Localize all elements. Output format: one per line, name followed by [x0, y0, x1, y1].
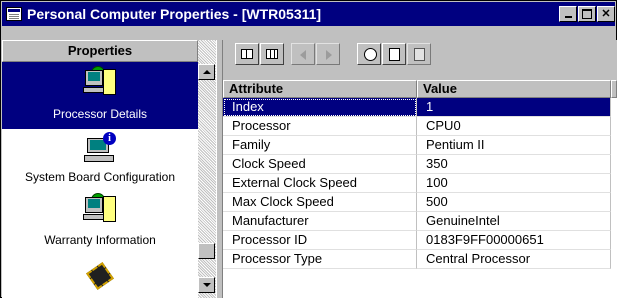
- history-button[interactable]: [357, 43, 381, 65]
- pane-splitter[interactable]: [216, 40, 223, 298]
- nav-item-processor-details[interactable]: Processor Details: [2, 62, 198, 129]
- memory-chip-icon: [81, 260, 119, 294]
- properties-panel: Properties Processor Details i System Bo…: [2, 40, 198, 298]
- history-clock-icon: [364, 48, 377, 61]
- warranty-computer-icon: [81, 193, 119, 227]
- properties-button[interactable]: [407, 43, 431, 65]
- nav-item-warranty[interactable]: Warranty Information: [2, 189, 198, 257]
- close-button[interactable]: ✕: [597, 6, 615, 22]
- scroll-up-button[interactable]: [198, 64, 215, 80]
- properties-scrollbar[interactable]: [198, 40, 216, 298]
- attribute-cell: Clock Speed: [223, 155, 417, 174]
- nav-item-memory[interactable]: [2, 257, 198, 298]
- value-cell: Central Processor: [417, 250, 611, 269]
- value-cell: 350: [417, 155, 611, 174]
- attribute-cell: Max Clock Speed: [223, 193, 417, 212]
- properties-window-icon[interactable]: [6, 7, 22, 21]
- scroll-down-button[interactable]: [198, 277, 215, 293]
- table-row[interactable]: Clock Speed 350: [223, 155, 617, 174]
- value-cell: 500: [417, 193, 611, 212]
- processor-computer-icon: [81, 66, 119, 100]
- table-row[interactable]: Max Clock Speed 500: [223, 193, 617, 212]
- window-controls: ✕: [559, 6, 615, 22]
- main-window: Personal Computer Properties - [WTR05311…: [0, 0, 617, 298]
- table-row[interactable]: Processor CPU0: [223, 117, 617, 136]
- value-cell: 1: [417, 98, 611, 117]
- title-bar[interactable]: Personal Computer Properties - [WTR05311…: [2, 2, 615, 26]
- grid-view-button[interactable]: [235, 43, 259, 65]
- scroll-up-icon: [203, 70, 211, 74]
- attribute-cell: Processor: [223, 117, 417, 136]
- table-row[interactable]: Family Pentium II: [223, 136, 617, 155]
- scroll-thumb[interactable]: [198, 243, 215, 259]
- nav-item-label: System Board Configuration: [24, 170, 176, 184]
- table-row[interactable]: Index 1: [223, 98, 617, 117]
- value-cell: GenuineIntel: [417, 212, 611, 231]
- table-row[interactable]: External Clock Speed 100: [223, 174, 617, 193]
- nav-item-label: Warranty Information: [44, 233, 156, 247]
- scroll-down-icon: [203, 283, 211, 287]
- table-header: Attribute Value: [223, 80, 617, 98]
- table-row[interactable]: Manufacturer GenuineIntel: [223, 212, 617, 231]
- value-cell: CPU0: [417, 117, 611, 136]
- properties-icon: [414, 48, 425, 61]
- table-row[interactable]: Processor Type Central Processor: [223, 250, 617, 269]
- maximize-button[interactable]: [578, 6, 596, 22]
- system-board-info-icon: i: [81, 132, 119, 166]
- minimize-button[interactable]: [559, 6, 577, 22]
- attributes-table: Attribute Value Index 1 Processor CPU0 F…: [223, 80, 617, 298]
- next-button[interactable]: [316, 43, 340, 65]
- nav-item-system-board[interactable]: i System Board Configuration: [2, 129, 198, 189]
- table-row[interactable]: Processor ID 0183F9FF00000651: [223, 231, 617, 250]
- value-cell: 0183F9FF00000651: [417, 231, 611, 250]
- attribute-cell: Processor Type: [223, 250, 417, 269]
- attribute-cell: Manufacturer: [223, 212, 417, 231]
- refresh-button[interactable]: [382, 43, 406, 65]
- attribute-cell: Processor ID: [223, 231, 417, 250]
- value-cell: Pentium II: [417, 136, 611, 155]
- nav-item-label: Processor Details: [52, 107, 148, 121]
- value-cell: 100: [417, 174, 611, 193]
- column-header-value[interactable]: Value: [417, 80, 611, 98]
- table-view-button[interactable]: [260, 43, 284, 65]
- previous-button[interactable]: [291, 43, 315, 65]
- window-title: Personal Computer Properties - [WTR05311…: [27, 6, 322, 22]
- toolbar: [223, 40, 617, 80]
- grid-view-icon: [241, 49, 253, 59]
- attribute-cell: Family: [223, 136, 417, 155]
- previous-arrow-icon: [300, 50, 306, 60]
- attribute-cell: Index: [223, 98, 417, 117]
- next-arrow-icon: [326, 50, 332, 60]
- attribute-cell: External Clock Speed: [223, 174, 417, 193]
- page-refresh-icon: [389, 48, 400, 61]
- column-header-filler: [611, 80, 617, 98]
- column-header-attribute[interactable]: Attribute: [223, 80, 417, 98]
- table-view-icon: [266, 49, 278, 59]
- properties-header: Properties: [2, 40, 198, 62]
